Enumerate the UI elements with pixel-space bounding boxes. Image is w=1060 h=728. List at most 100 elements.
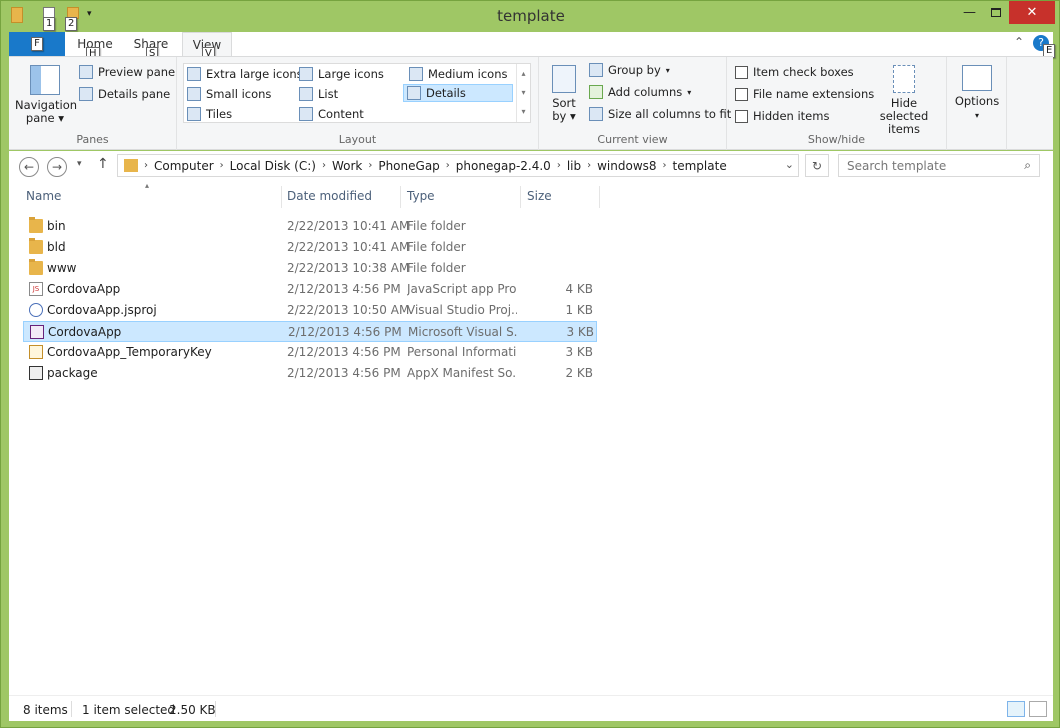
hidden-items-toggle[interactable]: Hidden items: [735, 109, 829, 123]
sort-by-button[interactable]: Sort by ▾: [547, 65, 581, 123]
breadcrumb-phonegap[interactable]: PhoneGap: [378, 159, 439, 173]
layout-list[interactable]: List: [296, 85, 400, 103]
group-by-icon: [589, 63, 603, 77]
layout-small-icons[interactable]: Small icons: [184, 85, 292, 103]
table-row[interactable]: bld 2/22/2013 10:41 AM File folder: [23, 237, 597, 258]
layout-gallery: Extra large icons Large icons Medium ico…: [183, 63, 531, 123]
current-view-group-label: Current view: [597, 133, 668, 146]
folder-icon: [29, 259, 43, 275]
table-row-selected[interactable]: CordovaApp 2/12/2013 4:56 PM Microsoft V…: [23, 321, 597, 342]
breadcrumb-work[interactable]: Work: [332, 159, 362, 173]
window-title: template: [497, 7, 565, 25]
folder-icon: [29, 217, 43, 233]
show-hide-group-label: Show/hide: [807, 133, 866, 146]
group-show-hide: Item check boxes File name extensions Hi…: [727, 57, 947, 150]
breadcrumb-template[interactable]: template: [673, 159, 727, 173]
layout-group-label: Layout: [338, 133, 377, 146]
layout-tiles[interactable]: Tiles: [184, 105, 292, 123]
selection-count: 1 item selected: [82, 703, 176, 717]
folder-icon: [124, 159, 138, 172]
details-pane-button[interactable]: Details pane: [79, 87, 170, 101]
back-button[interactable]: ←: [19, 157, 39, 177]
add-columns-icon: [589, 85, 603, 99]
navigation-pane-label: Navigation pane ▾: [15, 98, 78, 125]
breadcrumb-phonegap-version[interactable]: phonegap-2.4.0: [456, 159, 551, 173]
sort-by-icon: [552, 65, 576, 93]
hide-selected-items-button[interactable]: Hide selected items: [867, 65, 941, 136]
file-name-extensions-toggle[interactable]: File name extensions: [735, 87, 874, 101]
breadcrumb-windows8[interactable]: windows8: [597, 159, 656, 173]
address-bar[interactable]: › Computer › Local Disk (C:) › Work › PhoneG…: [117, 154, 799, 177]
panes-group-label: Panes: [76, 133, 109, 146]
table-row[interactable]: bin 2/22/2013 10:41 AM File folder: [23, 216, 597, 237]
item-check-boxes-toggle[interactable]: Item check boxes: [735, 65, 854, 79]
table-row[interactable]: package 2/12/2013 4:56 PM AppX Manifest …: [23, 363, 597, 384]
back-arrow-icon: ←: [23, 160, 35, 174]
table-row[interactable]: CordovaApp_TemporaryKey 2/12/2013 4:56 P…: [23, 342, 597, 363]
close-button[interactable]: ✕: [1009, 1, 1055, 24]
layout-medium-icons[interactable]: Medium icons: [406, 65, 514, 83]
layout-content[interactable]: Content: [296, 105, 400, 123]
layout-details[interactable]: Details: [403, 84, 513, 102]
group-options: Options ▾: [947, 57, 1007, 150]
layout-extra-large-icons[interactable]: Extra large icons: [184, 65, 303, 83]
options-button[interactable]: Options ▾: [953, 65, 1001, 122]
column-header-size[interactable]: Size: [527, 189, 552, 207]
table-row[interactable]: CordovaApp.jsproj 2/22/2013 10:50 AM Vis…: [23, 300, 597, 321]
refresh-button[interactable]: ↻: [805, 154, 829, 177]
gallery-scrollbar[interactable]: ▴ ▾ ▾: [516, 64, 530, 122]
refresh-icon: ↻: [811, 158, 823, 173]
tab-file[interactable]: F: [9, 32, 65, 56]
close-icon: ✕: [1026, 5, 1038, 20]
column-header-date[interactable]: Date modified: [287, 189, 372, 207]
forward-button[interactable]: →: [47, 157, 67, 177]
checkbox-icon: [735, 109, 748, 123]
large-icons-icon: [299, 67, 313, 81]
table-row[interactable]: JS CordovaApp 2/12/2013 4:56 PM JavaScri…: [23, 279, 597, 300]
forward-arrow-icon: →: [51, 160, 63, 174]
certificate-icon: [29, 345, 43, 359]
explorer-window: ▾ 1 2 template — ✕ F Home Share View H S…: [0, 0, 1060, 728]
navigation-pane-icon: [30, 65, 60, 95]
breadcrumb-computer[interactable]: Computer: [154, 159, 214, 173]
options-icon: [962, 65, 992, 91]
add-columns-button[interactable]: Add columns ▾: [589, 85, 691, 99]
details-pane-icon: [79, 87, 93, 101]
group-panes: Navigation pane ▾ Preview pane Details pa…: [9, 57, 177, 150]
navigation-pane-button[interactable]: Navigation pane ▾: [15, 65, 78, 125]
details-view-button[interactable]: [1007, 701, 1025, 717]
size-all-columns-button[interactable]: Size all columns to fit: [589, 107, 731, 121]
ribbon-collapse-icon[interactable]: ⌃: [1014, 35, 1024, 49]
folder-icon: [29, 238, 43, 254]
breadcrumb-lib[interactable]: lib: [567, 159, 581, 173]
details-icon: [407, 86, 421, 100]
preview-pane-icon: [79, 65, 93, 79]
status-bar: 8 items 1 item selected 2.50 KB: [9, 695, 1053, 721]
checkbox-icon: [735, 65, 748, 79]
recent-locations-icon[interactable]: ▾: [77, 159, 82, 169]
hide-selected-label: Hide selected items: [879, 96, 929, 136]
manifest-icon: [29, 366, 43, 380]
search-icon: ⌕: [1024, 158, 1031, 172]
table-row[interactable]: www 2/22/2013 10:38 AM File folder: [23, 258, 597, 279]
sort-by-label: Sort by ▾: [552, 96, 576, 123]
column-header-name[interactable]: Name: [26, 189, 61, 207]
breadcrumb-local-disk[interactable]: Local Disk (C:): [230, 159, 316, 173]
vs-project-icon: [29, 303, 43, 317]
preview-pane-button[interactable]: Preview pane: [79, 65, 175, 79]
medium-icons-icon: [409, 67, 423, 81]
content-icon: [299, 107, 313, 121]
vs-solution-icon: [30, 325, 44, 339]
large-icons-view-button[interactable]: [1029, 701, 1047, 717]
group-by-button[interactable]: Group by ▾: [589, 63, 670, 77]
search-placeholder: Search template: [847, 158, 947, 173]
layout-large-icons[interactable]: Large icons: [296, 65, 400, 83]
maximize-button[interactable]: [979, 1, 1012, 24]
list-icon: [299, 87, 313, 101]
up-arrow-icon[interactable]: ↑: [97, 156, 109, 172]
address-dropdown-icon[interactable]: ⌄: [785, 158, 794, 171]
file-list: ▴ Name Date modified Type Size bin 2/22/…: [9, 181, 1053, 695]
column-header-type[interactable]: Type: [407, 189, 435, 207]
search-input[interactable]: Search template ⌕: [838, 154, 1040, 177]
ribbon-tabs: F Home Share View H S V ⌃ ? E: [9, 32, 1056, 61]
